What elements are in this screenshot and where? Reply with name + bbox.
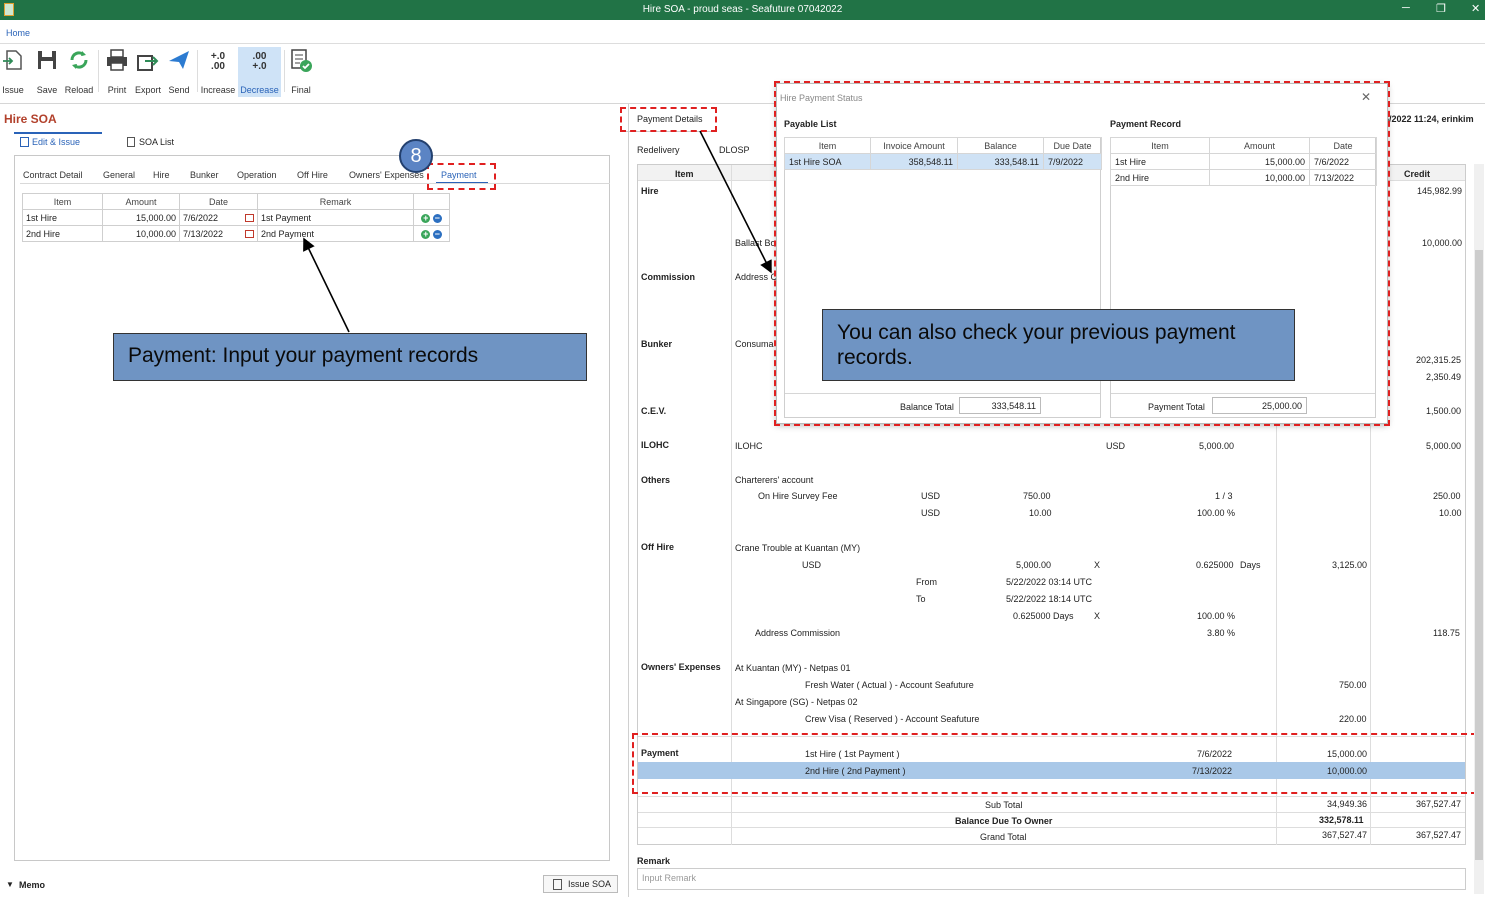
callout-previous-records: You can also check your previous payment…: [822, 309, 1295, 381]
